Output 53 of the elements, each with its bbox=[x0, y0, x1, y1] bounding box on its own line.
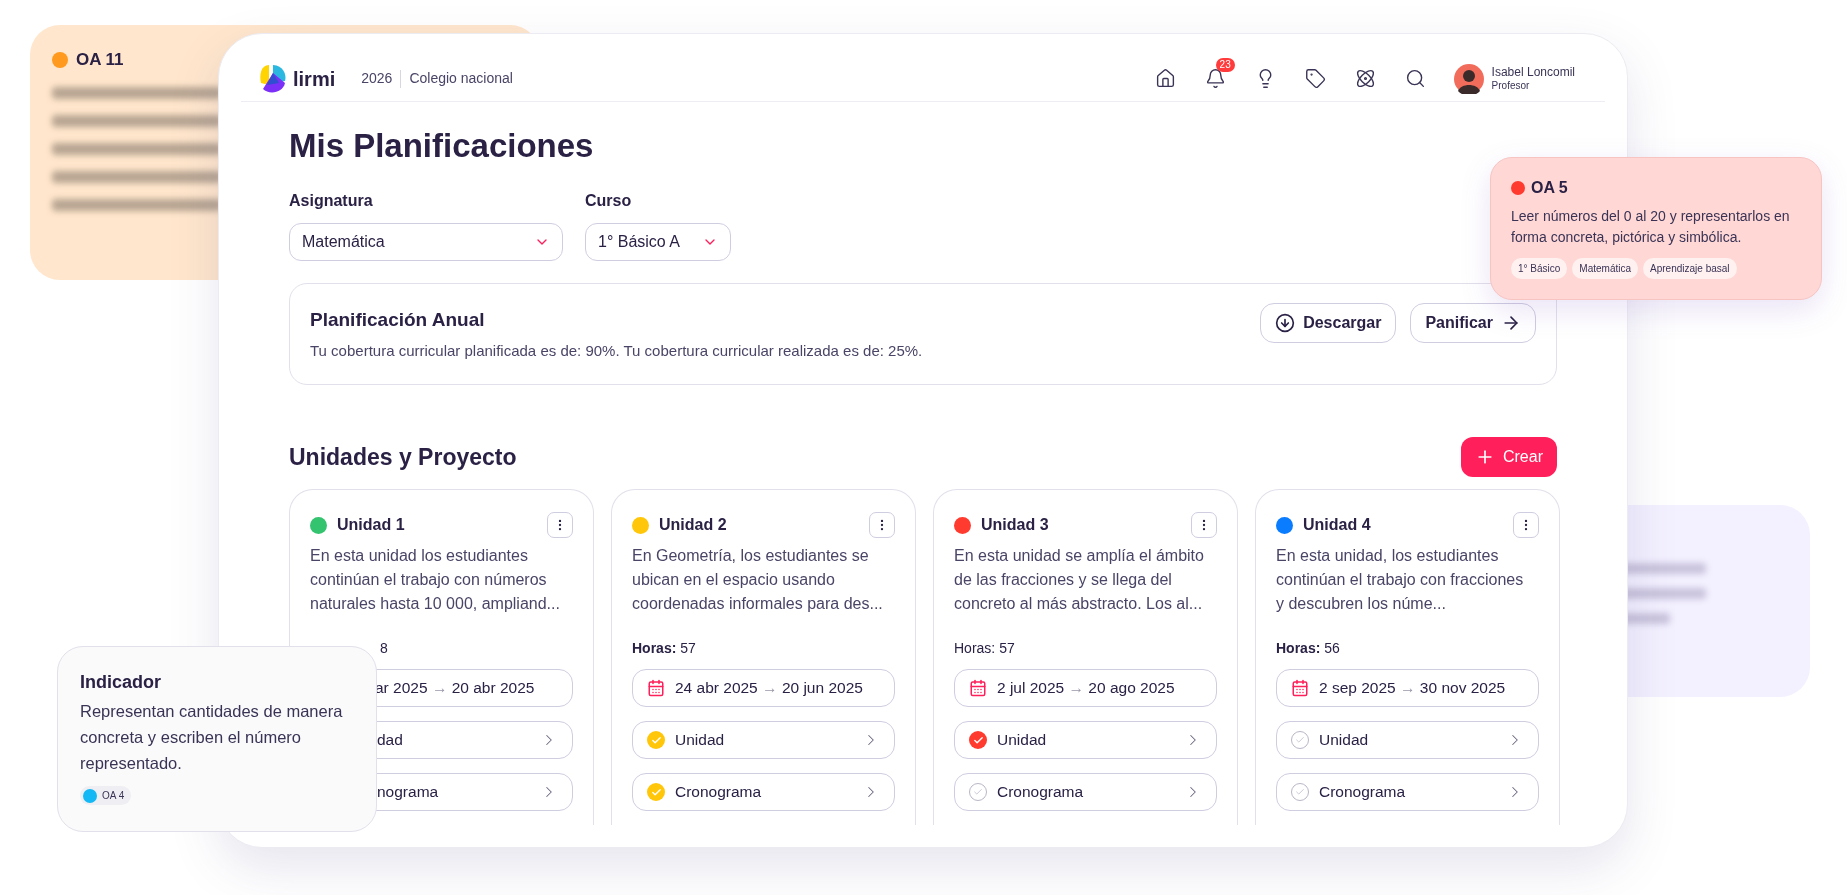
filter-label: Asignatura bbox=[289, 191, 374, 211]
download-button[interactable]: Descargar bbox=[1260, 303, 1397, 343]
download-icon bbox=[1275, 313, 1296, 333]
date-range-text: 2 sep 2025 → 30 nov 2025 bbox=[1319, 678, 1506, 699]
unit-title: Unidad 1 bbox=[337, 515, 405, 535]
unit-link-row[interactable]: Unidad bbox=[632, 721, 895, 759]
user-role: Profesor bbox=[1491, 78, 1531, 93]
date-range-text: 2 jul 2025 → 20 ago 2025 bbox=[997, 678, 1175, 699]
school-label: Colegio nacional bbox=[409, 69, 513, 88]
user-name: Isabel Loncomil bbox=[1491, 64, 1575, 79]
tag: OA 4 bbox=[80, 786, 132, 805]
filter-label: Curso bbox=[585, 191, 633, 211]
objective-title: OA 11 bbox=[76, 49, 124, 71]
page-title: Mis Planificaciones bbox=[289, 126, 595, 166]
unit-link-row[interactable]: Cronograma bbox=[632, 773, 895, 811]
unit-link-row[interactable]: Unidad bbox=[954, 721, 1217, 759]
tag-button[interactable] bbox=[1303, 66, 1328, 91]
unit-hours: Horas: 57 bbox=[632, 639, 697, 658]
calendar-icon bbox=[1291, 679, 1309, 697]
unit-title: Unidad 2 bbox=[659, 515, 727, 535]
tag: 1° Básico bbox=[1511, 258, 1568, 279]
date-range-text: 24 abr 2025 → 20 jun 2025 bbox=[675, 678, 863, 699]
tag: Matemática bbox=[1572, 258, 1639, 279]
coverage-text: Tu cobertura curricular planificada es de: 90%. Tu cobertura curricular realizada es de: 25%. bbox=[310, 341, 923, 361]
unit-link-row[interactable]: Unidad bbox=[1276, 721, 1539, 759]
create-button[interactable]: Crear bbox=[1461, 437, 1557, 477]
indicator-title: Indicador bbox=[80, 671, 162, 694]
logo-icon bbox=[259, 62, 287, 95]
tag: Aprendizaje basal bbox=[1643, 258, 1737, 279]
unit-description: En Geometría, los estudiantes se ubican en el espacio usando coordenadas informales para des... bbox=[632, 546, 884, 614]
brand-name: lirmi bbox=[293, 66, 336, 92]
notification-count: 23 bbox=[1215, 57, 1235, 72]
plan-button[interactable]: Panificar bbox=[1410, 303, 1536, 343]
unit-hours: Horas: 57 bbox=[954, 639, 1016, 658]
unit-title: Unidad 4 bbox=[1303, 515, 1371, 535]
objective-title: OA 5 bbox=[1531, 178, 1568, 198]
unit-hours: 8 bbox=[380, 639, 389, 658]
unit-description: En esta unidad los estudiantes continúan el trabajo con números naturales hasta 10 000, ampliand... bbox=[310, 546, 561, 614]
unit-link-row[interactable]: Cronograma bbox=[954, 773, 1217, 811]
unit-link-row[interactable]: Cronograma bbox=[1276, 773, 1539, 811]
year-label: 2026 bbox=[361, 69, 393, 88]
select-field[interactable]: 1° Básico A bbox=[585, 223, 731, 261]
objective-text: Leer números del 0 al 20 y representarlos en forma concreta, pictórica y simbólica. bbox=[1511, 207, 1791, 247]
unit-description: En esta unidad se amplía el ámbito de las fracciones y se llega del concreto al más abstracto. Los al... bbox=[954, 546, 1205, 614]
panel-title: Planificación Anual bbox=[310, 307, 486, 332]
unit-hours: Horas: 56 bbox=[1276, 639, 1341, 658]
avatar bbox=[1453, 63, 1484, 94]
section-title: Unidades y Proyecto bbox=[289, 442, 517, 472]
calendar-icon bbox=[969, 679, 987, 697]
unit-title: Unidad 3 bbox=[981, 515, 1049, 535]
select-field[interactable]: Matemática bbox=[289, 223, 563, 261]
calendar-icon bbox=[647, 679, 665, 697]
unit-description: En esta unidad, los estudiantes continúan el trabajo con fracciones y descubren los núme... bbox=[1276, 546, 1525, 614]
